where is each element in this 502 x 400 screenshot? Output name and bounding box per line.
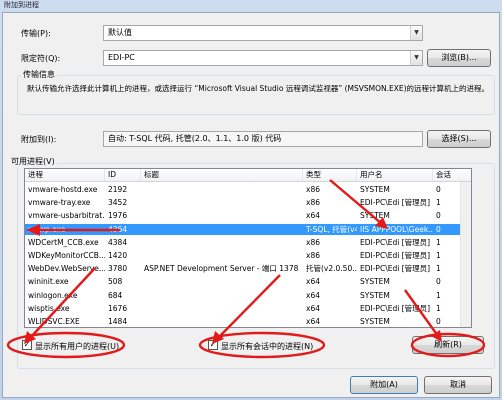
transport-label: 传输(P): xyxy=(21,29,51,38)
cell-username: SYSTEM xyxy=(360,185,390,194)
cell-type: x86 xyxy=(306,237,320,247)
table-row[interactable]: wisptis.exe 1676 x64 EDI-PC\Edi [管理员] 1 xyxy=(25,303,471,314)
cell-process: WDKeyMonitorCCB... xyxy=(28,251,105,260)
table-row[interactable]: vmware-usbarbitrat... 1976 x64 SYSTEM 0 xyxy=(25,210,471,221)
chevron-down-icon[interactable]: ▼ xyxy=(410,26,422,40)
cell-process: wininit.exe xyxy=(28,277,69,287)
cell-username: SYSTEM xyxy=(360,290,390,300)
process-list-header: 进程 ID 标题 类型 用户名 会话 xyxy=(25,169,471,182)
attach-to-process-dialog: 附加到进程 传输(P): 默认值 ▼ 限定符(Q): EDI-PC ▼ 浏览(B… xyxy=(0,0,502,400)
refresh-button[interactable]: 刷新(R) xyxy=(412,336,484,354)
cell-username: SYSTEM xyxy=(360,211,390,221)
table-row[interactable]: WDCertM_CCB.exe 4384 x86 EDI-PC\Edi [管理员] 1 xyxy=(25,237,471,248)
show-all-sessions-label[interactable]: 显示所有会话中的进程(N) xyxy=(221,341,313,352)
table-row[interactable]: vmware-tray.exe 3452 x86 EDI-PC\Edi [管理员] 1 xyxy=(25,197,471,208)
show-all-sessions-checkbox[interactable]: ✓ xyxy=(208,340,218,350)
cell-username: SYSTEM xyxy=(360,277,390,287)
cell-type: x64 xyxy=(306,303,320,313)
table-row[interactable]: WebDev.WebServe... 3780 ASP.NET Developmen… xyxy=(25,263,471,274)
available-processes-title: 可用进程(V) xyxy=(9,156,57,167)
table-row[interactable]: WLIDSVC.EXE 1484 x64 SYSTEM 0 xyxy=(25,316,471,327)
cell-process: w3wp.exe xyxy=(28,224,66,234)
cell-type: x64 xyxy=(306,211,320,221)
cell-id: 684 xyxy=(108,290,123,300)
process-list-scrollbar[interactable] xyxy=(460,182,471,327)
table-row[interactable]: wininit.exe 508 x64 SYSTEM 0 xyxy=(25,276,471,287)
chevron-down-icon[interactable]: ▼ xyxy=(410,51,422,65)
show-all-users-label[interactable]: 显示所有用户的进程(U) xyxy=(35,341,119,352)
cell-process: vmware-hostd.exe xyxy=(28,185,98,194)
cell-username: EDI-PC\Edi [管理员] xyxy=(360,237,431,247)
cell-title: ASP.NET Development Server - 端口 1378 xyxy=(144,264,299,274)
cell-process: winlogon.exe xyxy=(28,290,78,300)
transport-info-text: 默认传输允许选择此计算机上的进程，或选择运行 “Microsoft Visual… xyxy=(27,84,490,93)
cell-process: WDCertM_CCB.exe xyxy=(28,237,99,247)
cell-type: x86 xyxy=(306,251,320,260)
cell-username: EDI-PC\Edi [管理员] xyxy=(360,303,431,313)
table-row[interactable]: WDKeyMonitorCCB... 1420 x86 EDI-PC\Edi [管理员… xyxy=(25,250,471,261)
cell-id: 4364 xyxy=(108,224,128,234)
cell-type: T-SQL, 托管(v4.... xyxy=(306,224,357,234)
cell-username: EDI-PC\Edi [管理员] xyxy=(360,251,431,260)
cell-type: x64 xyxy=(306,317,320,326)
table-row[interactable]: winlogon.exe 684 x64 SYSTEM 1 xyxy=(25,290,471,301)
cell-id: 1420 xyxy=(108,251,128,260)
cell-process: WebDev.WebServe... xyxy=(28,264,105,274)
cell-process: wisptis.exe xyxy=(28,303,70,313)
cell-id: 2192 xyxy=(108,185,128,194)
cell-username: SYSTEM xyxy=(360,317,390,326)
table-row[interactable]: w3wp.exe 4364 T-SQL, 托管(v4....IIS APPPOOL\… xyxy=(25,223,471,235)
cell-username: EDI-PC\Edi [管理员] xyxy=(360,264,431,274)
table-row[interactable]: vmware-hostd.exe 2192 x86 SYSTEM 0 xyxy=(25,184,471,195)
column-header-username[interactable]: 用户名 xyxy=(357,169,433,181)
browse-button[interactable]: 浏览(B)... xyxy=(427,49,491,67)
attach-to-field: 自动: T-SQL 代码, 托管(2.0、1.1、1.0 版) 代码 xyxy=(103,131,423,147)
cell-type: x86 xyxy=(306,198,320,208)
transport-dropdown[interactable]: 默认值 ▼ xyxy=(103,25,423,41)
column-header-id[interactable]: ID xyxy=(105,169,141,181)
cell-type: x64 xyxy=(306,277,320,287)
title-bar: 附加到进程 xyxy=(0,0,502,12)
cell-username: IIS APPPOOL\Geek... xyxy=(360,224,433,234)
cell-id: 3780 xyxy=(108,264,128,274)
cancel-button[interactable]: 取消 xyxy=(424,376,492,394)
qualifier-value: EDI-PC xyxy=(108,53,135,62)
column-header-session[interactable]: 会话 xyxy=(433,169,471,181)
cell-process: vmware-tray.exe xyxy=(28,198,91,208)
process-list[interactable]: 进程 ID 标题 类型 用户名 会话 vmware-hostd.exe 2192 x… xyxy=(24,168,472,328)
select-button[interactable]: 选择(S)... xyxy=(427,130,491,148)
attach-button[interactable]: 附加(A) xyxy=(350,376,418,394)
transport-value: 默认值 xyxy=(108,28,132,37)
cell-process: WLIDSVC.EXE xyxy=(28,317,80,326)
cell-process: vmware-usbarbitrat... xyxy=(28,211,105,221)
cell-id: 1676 xyxy=(108,303,128,313)
column-header-process[interactable]: 进程 xyxy=(25,169,105,181)
show-all-users-checkbox[interactable]: ✓ xyxy=(22,340,32,350)
attach-to-value: 自动: T-SQL 代码, 托管(2.0、1.1、1.0 版) 代码 xyxy=(108,134,282,143)
qualifier-input[interactable]: EDI-PC ▼ xyxy=(103,50,423,66)
cell-username: EDI-PC\Edi [管理员] xyxy=(360,198,431,208)
cell-type: x86 xyxy=(306,185,320,194)
cell-id: 3452 xyxy=(108,198,128,208)
column-header-title[interactable]: 标题 xyxy=(141,169,303,181)
cell-id: 508 xyxy=(108,277,123,287)
transport-info-title: 传输信息 xyxy=(21,69,57,80)
qualifier-label: 限定符(Q): xyxy=(21,54,61,63)
window-title: 附加到进程 xyxy=(4,1,39,9)
cell-type: x64 xyxy=(306,290,320,300)
transport-info-group xyxy=(17,75,495,115)
cell-id: 1976 xyxy=(108,211,128,221)
cell-type: 托管(v2.0.50... xyxy=(306,264,357,274)
cell-id: 4384 xyxy=(108,237,128,247)
column-header-type[interactable]: 类型 xyxy=(303,169,357,181)
attach-to-label: 附加到(I): xyxy=(21,135,57,144)
cell-id: 1484 xyxy=(108,317,128,326)
